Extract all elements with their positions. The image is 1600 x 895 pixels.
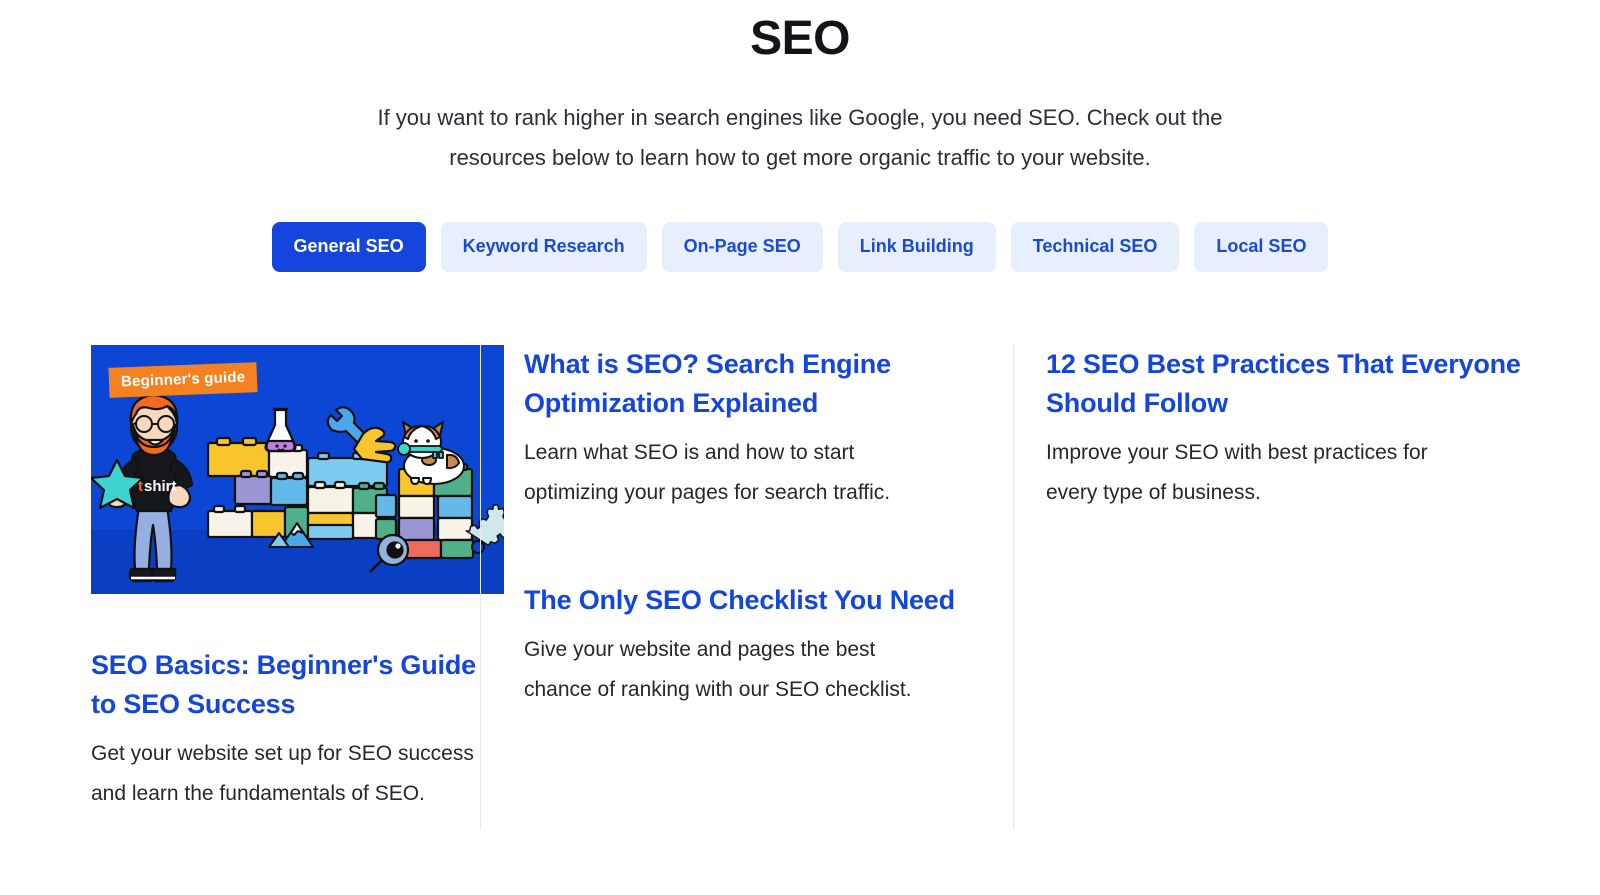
svg-text:t: t [138, 478, 143, 495]
page-description: If you want to rank higher in search eng… [377, 104, 1223, 170]
tab-on-page-seo[interactable]: On-Page SEO [661, 221, 823, 272]
resource-column-2: What is SEO? Search Engine Optimization … [480, 345, 1013, 830]
resource-column-1: t shirt Beginner's guide SEO Basics: Beg… [0, 345, 504, 830]
beginners-guide-badge: Beginner's guide [108, 362, 258, 398]
tab-technical-seo[interactable]: Technical SEO [1010, 221, 1180, 272]
resource-description-seo-basics: Get your website set up for SEO success … [91, 742, 474, 805]
resource-entry: 12 SEO Best Practices That Everyone Shou… [1046, 345, 1533, 513]
resource-entry: SEO Basics: Beginner's Guide to SEO Succ… [91, 646, 480, 814]
tab-link-building[interactable]: Link Building [837, 221, 996, 272]
article-thumbnail-seo-basics[interactable]: t shirt Beginner's guide [91, 345, 504, 594]
resource-description-seo-checklist: Give your website and pages the best cha… [524, 638, 912, 701]
resource-columns: t shirt Beginner's guide SEO Basics: Beg… [0, 345, 1600, 830]
article-thumbnail-block: t shirt Beginner's guide [91, 345, 504, 594]
resource-title-seo-basics[interactable]: SEO Basics: Beginner's Guide to SEO Succ… [91, 650, 476, 719]
tab-keyword-research[interactable]: Keyword Research [440, 221, 647, 272]
category-tab-bar: General SEO Keyword Research On-Page SEO… [0, 221, 1600, 272]
resource-entry: The Only SEO Checklist You Need Give you… [524, 581, 1013, 710]
tab-general-seo[interactable]: General SEO [271, 221, 426, 272]
page-title: SEO [750, 12, 850, 65]
resource-title-what-is-seo[interactable]: What is SEO? Search Engine Optimization … [524, 349, 891, 418]
resource-description-seo-best-practices: Improve your SEO with best practices for… [1046, 441, 1428, 504]
tab-local-seo[interactable]: Local SEO [1194, 221, 1329, 272]
resource-description-what-is-seo: Learn what SEO is and how to start optim… [524, 441, 891, 504]
seo-resources-page: SEO If you want to rank higher in search… [0, 0, 1600, 895]
resource-column-3: 12 SEO Best Practices That Everyone Shou… [1013, 345, 1533, 830]
resource-title-seo-best-practices[interactable]: 12 SEO Best Practices That Everyone Shou… [1046, 349, 1521, 418]
resource-entry: What is SEO? Search Engine Optimization … [524, 345, 1013, 513]
resource-title-seo-checklist[interactable]: The Only SEO Checklist You Need [524, 585, 955, 615]
svg-text:shirt: shirt [144, 478, 177, 495]
